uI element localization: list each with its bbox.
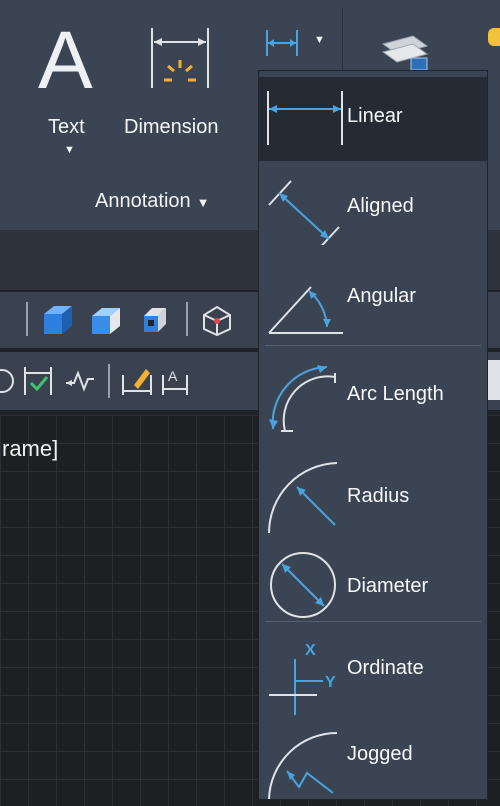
dimension-button-label: Dimension <box>124 116 219 138</box>
inspect-icon[interactable] <box>22 365 54 397</box>
menu-item-ordinate[interactable]: X Y Ordinate <box>259 627 487 715</box>
jog-line-icon[interactable] <box>64 365 96 397</box>
menu-separator <box>265 345 481 346</box>
annotation-panel-label: Annotation <box>95 190 191 212</box>
toolbar-separator <box>108 364 110 398</box>
solid-box-icon[interactable] <box>40 304 74 336</box>
orbit-icon[interactable] <box>200 303 234 337</box>
toolbar-separator <box>186 302 188 336</box>
menu-item-linear[interactable]: Linear <box>259 77 487 161</box>
menu-item-angular[interactable]: Angular <box>259 251 487 335</box>
menu-item-label: Linear <box>347 105 403 127</box>
diameter-dimension-icon <box>270 552 336 618</box>
dimension-icon <box>151 28 209 88</box>
menu-item-label: Radius <box>347 485 410 507</box>
chevron-down-icon[interactable]: ▼ <box>314 34 325 46</box>
chevron-down-icon: ▼ <box>64 144 75 156</box>
menu-item-radius[interactable]: Radius <box>259 447 487 534</box>
ordinate-dimension-icon: X Y <box>269 642 336 715</box>
menu-item-jogged[interactable]: Jogged <box>259 715 487 800</box>
solid-box-outline-icon[interactable] <box>136 304 170 336</box>
linear-dimension-icon <box>267 91 343 145</box>
menu-item-label: Arc Length <box>347 383 444 405</box>
circle-icon[interactable] <box>0 366 16 396</box>
dimension-button[interactable]: Dimension <box>120 20 255 150</box>
angular-dimension-icon <box>268 286 343 334</box>
menu-item-aligned[interactable]: Aligned <box>259 165 487 249</box>
solid-box-light-icon[interactable] <box>88 304 122 336</box>
layers-icon[interactable] <box>375 24 435 74</box>
text-button-label: Text <box>48 116 85 138</box>
annotation-panel-title[interactable]: Annotation ▼ <box>95 190 210 213</box>
menu-item-arc-length[interactable]: Arc Length <box>259 351 487 435</box>
chevron-down-icon: ▼ <box>196 195 210 210</box>
linear-split-button[interactable]: ▼ <box>258 20 334 66</box>
aligned-dimension-icon <box>268 180 340 245</box>
menu-item-label: Angular <box>347 285 416 307</box>
dimension-edit-icon[interactable] <box>120 365 154 397</box>
viewport-label[interactable]: rame] <box>2 436 58 462</box>
text-a-icon: A <box>38 15 93 106</box>
dimension-text-edit-icon[interactable]: A <box>160 365 190 397</box>
toolbar-scroll-right[interactable] <box>488 360 500 400</box>
bulb-icon <box>488 28 500 46</box>
ordinate-y-label: Y <box>325 674 336 691</box>
jogged-dimension-icon <box>268 732 338 800</box>
menu-item-label: Jogged <box>347 743 413 765</box>
svg-text:A: A <box>168 368 178 384</box>
menu-separator <box>265 621 481 622</box>
menu-item-label: Aligned <box>347 195 414 217</box>
arc-length-dimension-icon <box>269 365 336 432</box>
ordinate-x-label: X <box>305 642 316 659</box>
radius-dimension-icon <box>268 462 338 534</box>
linear-dimension-small-icon <box>266 30 298 56</box>
menu-item-label: Diameter <box>347 575 429 597</box>
text-button[interactable]: A Text ▼ <box>30 20 110 160</box>
menu-item-diameter[interactable]: Diameter <box>259 535 487 619</box>
menu-item-label: Ordinate <box>347 657 424 679</box>
toolbar-separator <box>26 302 28 336</box>
dimension-dropdown-menu: Linear Aligned Angular Arc Length Radius… <box>258 70 488 800</box>
